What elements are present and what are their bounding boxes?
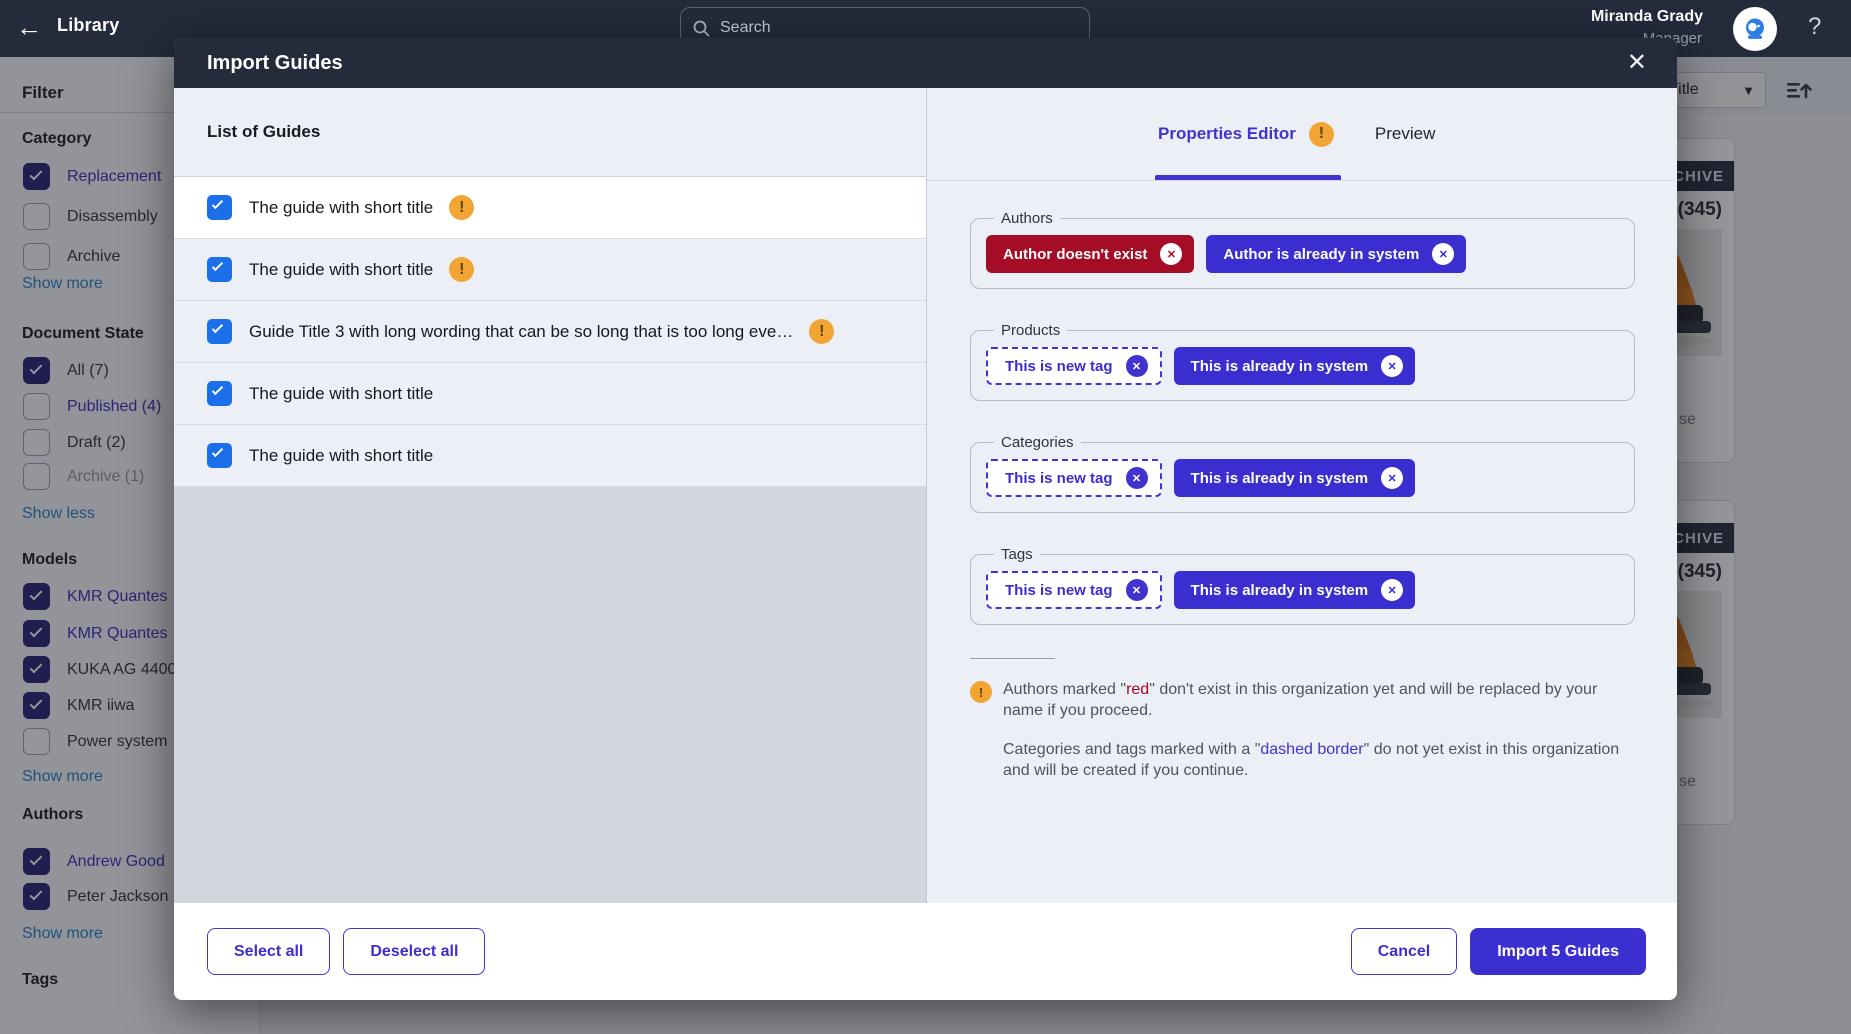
remove-chip-icon[interactable]: ✕	[1126, 579, 1148, 601]
red-highlight: red	[1126, 681, 1149, 698]
warning-icon: !	[449, 257, 474, 282]
group-label: Products	[994, 322, 1067, 339]
cancel-button[interactable]: Cancel	[1351, 928, 1457, 975]
guide-row[interactable]: The guide with short title	[174, 425, 926, 487]
note-authors: Authors marked "red" don't exist in this…	[1003, 679, 1635, 721]
modal-footer: Select all Deselect all Cancel Import 5 …	[174, 903, 1677, 1000]
guide-row[interactable]: Guide Title 3 with long wording that can…	[174, 301, 926, 363]
properties-panel: Properties Editor ! Preview Authors Auth…	[927, 88, 1677, 903]
chip-author-missing[interactable]: Author doesn't exist ✕	[986, 235, 1194, 273]
products-group: Products This is new tag ✕ This is alrea…	[970, 322, 1635, 401]
app-root: Title ▼ ARCHIVE (345) se	[0, 0, 1851, 1034]
remove-chip-icon[interactable]: ✕	[1381, 579, 1403, 601]
import-guides-button[interactable]: Import 5 Guides	[1470, 928, 1646, 975]
remove-chip-icon[interactable]: ✕	[1381, 467, 1403, 489]
authors-group: Authors Author doesn't exist ✕ Author is…	[970, 210, 1635, 289]
chip-new-tag[interactable]: This is new tag ✕	[986, 459, 1162, 497]
chip-existing-tag[interactable]: This is already in system ✕	[1174, 571, 1416, 609]
tab-preview[interactable]: Preview	[1375, 124, 1435, 144]
page-title: Library	[57, 15, 119, 36]
remove-chip-icon[interactable]: ✕	[1432, 243, 1454, 265]
checkbox-checked-icon[interactable]	[207, 443, 232, 468]
search-icon	[693, 20, 710, 37]
warning-icon: !	[809, 319, 834, 344]
astronaut-helmet-icon	[1742, 16, 1768, 42]
checkbox-checked-icon[interactable]	[207, 195, 232, 220]
chip-existing-tag[interactable]: This is already in system ✕	[1174, 347, 1416, 385]
warning-icon: !	[449, 195, 474, 220]
empty-list-area	[174, 487, 926, 903]
group-label: Tags	[994, 546, 1040, 563]
guide-row[interactable]: The guide with short title !	[174, 177, 926, 239]
remove-chip-icon[interactable]: ✕	[1126, 467, 1148, 489]
user-name: Miranda Grady	[1591, 8, 1703, 26]
remove-chip-icon[interactable]: ✕	[1126, 355, 1148, 377]
guides-list-header: List of Guides	[174, 88, 926, 177]
chip-new-tag[interactable]: This is new tag ✕	[986, 347, 1162, 385]
categories-group: Categories This is new tag ✕ This is alr…	[970, 434, 1635, 513]
help-icon[interactable]: ?	[1808, 13, 1821, 41]
chip-author-existing[interactable]: Author is already in system ✕	[1206, 235, 1466, 273]
checkbox-checked-icon[interactable]	[207, 381, 232, 406]
dashed-border-highlight: dashed border	[1260, 741, 1363, 758]
modal-header: Import Guides ✕	[174, 38, 1677, 88]
divider	[970, 658, 1055, 659]
tab-bar: Properties Editor ! Preview	[927, 88, 1677, 181]
group-label: Authors	[994, 210, 1060, 227]
guides-list-panel: List of Guides The guide with short titl…	[174, 88, 927, 903]
import-guides-modal: Import Guides ✕ List of Guides The guide…	[174, 38, 1677, 1000]
modal-title: Import Guides	[207, 52, 343, 75]
select-all-button[interactable]: Select all	[207, 928, 330, 975]
guide-row[interactable]: The guide with short title	[174, 363, 926, 425]
guide-row[interactable]: The guide with short title !	[174, 239, 926, 301]
search-input[interactable]	[720, 19, 1020, 37]
note-dashed: Categories and tags marked with a "dashe…	[1003, 739, 1635, 781]
info-note: ! Authors marked "red" don't exist in th…	[970, 679, 1635, 781]
close-icon[interactable]: ✕	[1627, 51, 1647, 75]
active-tab-underline	[1155, 175, 1341, 180]
tags-group: Tags This is new tag ✕ This is already i…	[970, 546, 1635, 625]
warning-icon: !	[970, 681, 992, 703]
warning-icon: !	[1309, 122, 1334, 147]
deselect-all-button[interactable]: Deselect all	[343, 928, 485, 975]
user-avatar[interactable]	[1733, 7, 1777, 51]
checkbox-checked-icon[interactable]	[207, 257, 232, 282]
group-label: Categories	[994, 434, 1081, 451]
remove-chip-icon[interactable]: ✕	[1160, 243, 1182, 265]
back-arrow-icon[interactable]: ←	[16, 12, 42, 42]
properties-editor-content: Authors Author doesn't exist ✕ Author is…	[927, 181, 1677, 781]
chip-existing-tag[interactable]: This is already in system ✕	[1174, 459, 1416, 497]
checkbox-checked-icon[interactable]	[207, 319, 232, 344]
remove-chip-icon[interactable]: ✕	[1381, 355, 1403, 377]
tab-properties-editor[interactable]: Properties Editor !	[1158, 122, 1334, 147]
chip-new-tag[interactable]: This is new tag ✕	[986, 571, 1162, 609]
